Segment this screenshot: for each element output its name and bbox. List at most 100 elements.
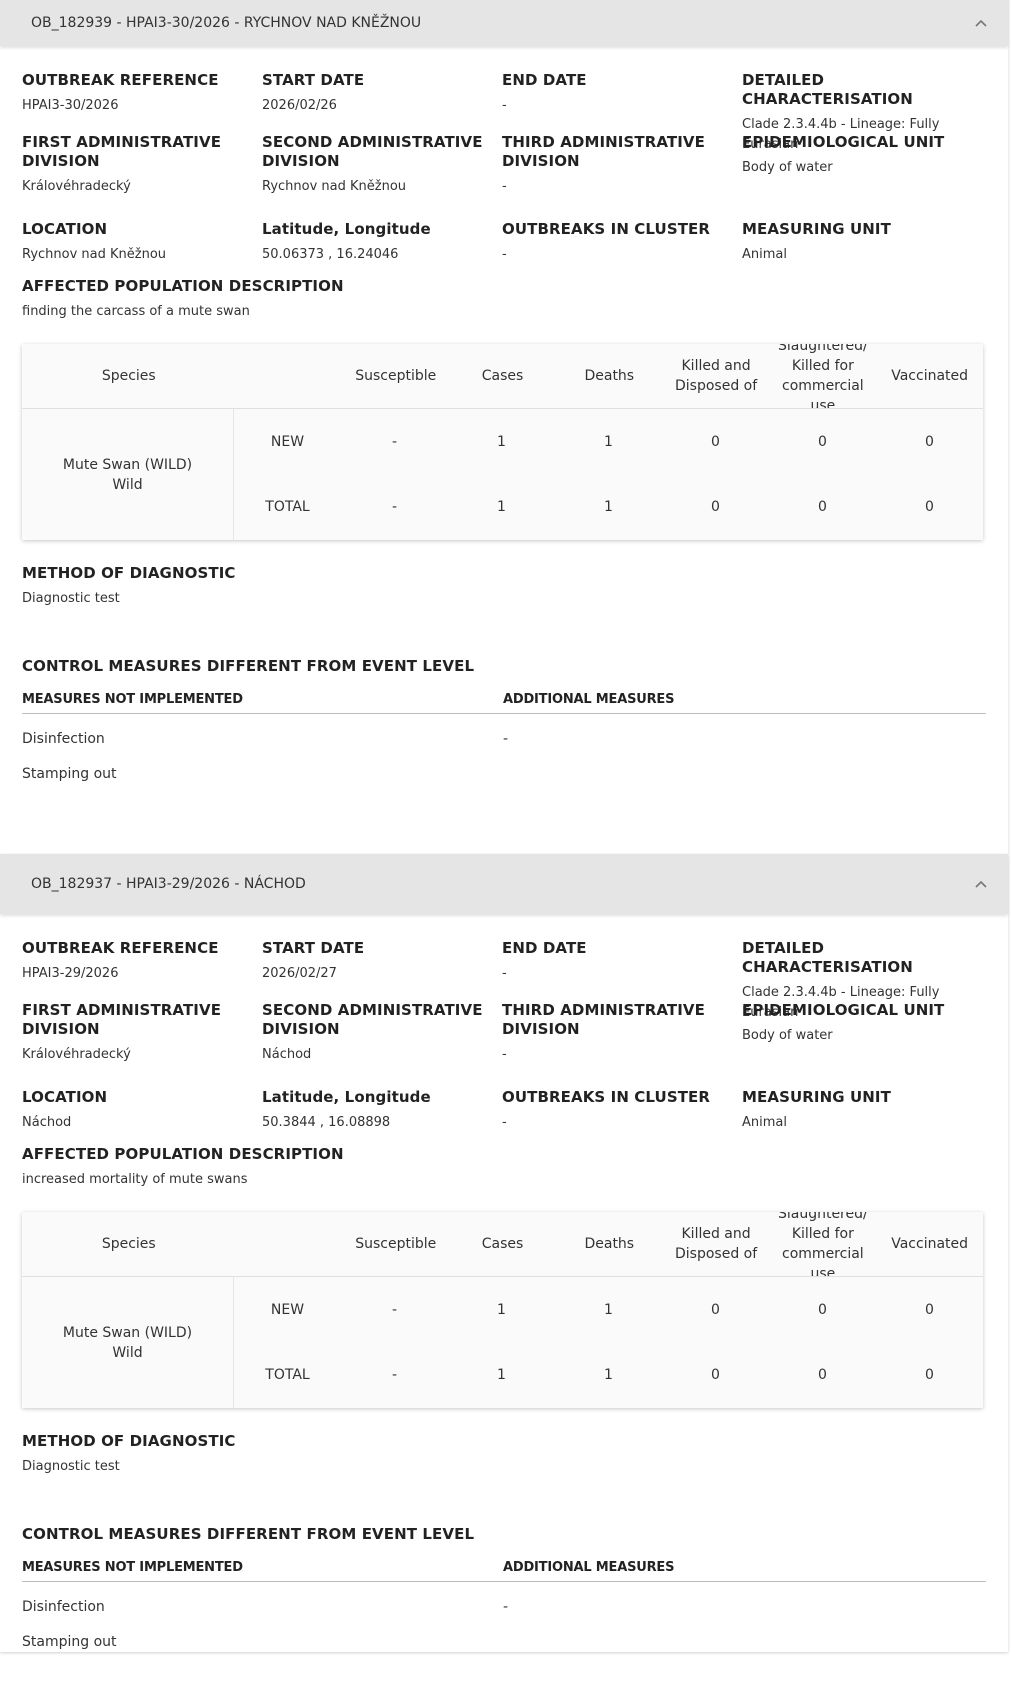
species-type: Wild	[112, 1344, 143, 1361]
slaughtered-header-text: Slaughtered/ Killed for commercial use	[777, 344, 868, 408]
field-label: EPIDEMIOLOGICAL UNIT	[742, 133, 945, 151]
field-label: MEASURING UNIT	[742, 1088, 891, 1106]
species-table: Species Susceptible Cases Deaths Killed …	[22, 344, 983, 540]
susceptible-cell: -	[391, 1366, 398, 1383]
list-item: Stamping out	[22, 766, 117, 782]
species-name: Mute Swan (WILD)	[62, 456, 193, 473]
field-value: Diagnostic test	[22, 591, 120, 606]
killed-cell: 0	[711, 498, 720, 515]
killed-cell: 0	[711, 1366, 720, 1383]
field-label: DETAILED CHARACTERISATION	[742, 71, 913, 108]
field-value: Královéhradecký	[22, 1047, 131, 1062]
row-type: TOTAL	[265, 1366, 310, 1383]
vaccinated-cell: 0	[925, 1301, 934, 1318]
detailed-characterisation-field: DETAILED CHARACTERISATION Clade 2.3.4.4b…	[742, 71, 982, 152]
species-type: Wild	[112, 476, 143, 493]
deaths-header: Deaths	[584, 1236, 635, 1252]
susceptible-cell: -	[391, 1301, 398, 1318]
field-label: FIRST ADMINISTRATIVE DIVISION	[22, 133, 222, 170]
species-cell: Mute Swan (WILD) Wild	[22, 409, 234, 540]
field-label: START DATE	[262, 939, 365, 957]
start-date-field: START DATE 2026/02/26	[262, 71, 502, 133]
measures-not-implemented-header: MEASURES NOT IMPLEMENTED	[22, 1560, 243, 1575]
field-value: Královéhradecký	[22, 179, 131, 194]
additional-measures-header: ADDITIONAL MEASURES	[503, 1560, 675, 1575]
field-value: HPAI3-30/2026	[22, 98, 119, 113]
chevron-up-icon[interactable]	[974, 16, 988, 30]
row-type: NEW	[270, 433, 305, 450]
field-value: Náchod	[262, 1047, 312, 1062]
vaccinated-header: Vaccinated	[891, 1236, 969, 1252]
cases-cell: 1	[497, 498, 506, 515]
table-row: TOTAL - 1 1 0 0 0	[234, 1342, 983, 1407]
field-label: METHOD OF DIAGNOSTIC	[22, 564, 236, 582]
slaughtered-header-text: Slaughtered/ Killed for commercial use	[777, 1212, 868, 1276]
field-value: Body of water	[742, 1028, 833, 1043]
outbreak-panel-2: OB_182937 - HPAI3-29/2026 - NÁCHOD OUTBR…	[0, 854, 1008, 1652]
chevron-up-icon[interactable]	[974, 877, 988, 891]
field-label: OUTBREAKS IN CLUSTER	[502, 1088, 711, 1106]
killed-disposed-header: Killed and Disposed of	[675, 358, 758, 394]
detailed-characterisation-field: DETAILED CHARACTERISATION Clade 2.3.4.4b…	[742, 939, 982, 1020]
vaccinated-cell: 0	[925, 433, 934, 450]
list-item: -	[503, 731, 509, 747]
field-value: Animal	[742, 1115, 787, 1130]
location-field: LOCATION Náchod	[22, 1088, 262, 1145]
epi-unit-field: EPIDEMIOLOGICAL UNIT Body of water	[742, 133, 982, 220]
method-of-diagnostic-field: METHOD OF DIAGNOSTIC Diagnostic test	[22, 564, 986, 609]
table-row: NEW - 1 1 0 0 0	[234, 1277, 983, 1342]
field-label: OUTBREAK REFERENCE	[22, 939, 219, 957]
measures-not-implemented-list: Disinfection Stamping out	[22, 1582, 503, 1652]
field-label: AFFECTED POPULATION DESCRIPTION	[22, 277, 344, 295]
start-date-field: START DATE 2026/02/27	[262, 939, 502, 1001]
cases-header: Cases	[481, 1236, 524, 1252]
deaths-header: Deaths	[584, 368, 635, 384]
outbreak-panel-header[interactable]: OB_182939 - HPAI3-30/2026 - RYCHNOV NAD …	[0, 0, 1008, 46]
list-item: -	[503, 1599, 509, 1615]
field-label: LOCATION	[22, 1088, 108, 1106]
species-table-header: Species Susceptible Cases Deaths Killed …	[22, 1212, 983, 1277]
field-label: FIRST ADMINISTRATIVE DIVISION	[22, 1001, 222, 1038]
slaughtered-cell: 0	[818, 498, 827, 515]
field-label: LOCATION	[22, 220, 108, 238]
field-label: EPIDEMIOLOGICAL UNIT	[742, 1001, 945, 1019]
third-admin-field: THIRD ADMINISTRATIVE DIVISION -	[502, 1001, 742, 1088]
method-of-diagnostic-field: METHOD OF DIAGNOSTIC Diagnostic test	[22, 1432, 986, 1477]
outbreaks-in-cluster-field: OUTBREAKS IN CLUSTER -	[502, 1088, 742, 1145]
field-label: THIRD ADMINISTRATIVE DIVISION	[502, 133, 705, 170]
list-item: Disinfection	[22, 731, 105, 747]
field-value: -	[502, 1047, 507, 1062]
field-value: -	[502, 1115, 507, 1130]
measures-not-implemented-header: MEASURES NOT IMPLEMENTED	[22, 692, 243, 707]
killed-cell: 0	[711, 433, 720, 450]
deaths-cell: 1	[604, 1366, 613, 1383]
outbreak-panel-title: OB_182939 - HPAI3-30/2026 - RYCHNOV NAD …	[31, 15, 422, 31]
epi-unit-field: EPIDEMIOLOGICAL UNIT Body of water	[742, 1001, 982, 1088]
deaths-cell: 1	[604, 498, 613, 515]
field-label: Latitude, Longitude	[262, 1088, 431, 1106]
outbreaks-in-cluster-field: OUTBREAKS IN CLUSTER -	[502, 220, 742, 277]
table-row: TOTAL - 1 1 0 0 0	[234, 474, 983, 539]
killed-cell: 0	[711, 1301, 720, 1318]
vaccinated-header: Vaccinated	[891, 368, 969, 384]
slaughtered-cell: 0	[818, 433, 827, 450]
control-measures-headers: MEASURES NOT IMPLEMENTED ADDITIONAL MEAS…	[22, 692, 986, 714]
field-label: START DATE	[262, 71, 365, 89]
cases-cell: 1	[497, 1366, 506, 1383]
field-value: 2026/02/27	[262, 966, 337, 981]
outbreak-panel-header[interactable]: OB_182937 - HPAI3-29/2026 - NÁCHOD	[0, 854, 1008, 914]
cases-header: Cases	[481, 368, 524, 384]
table-row: NEW - 1 1 0 0 0	[234, 409, 983, 474]
additional-measures-list: -	[503, 714, 984, 784]
species-table-header: Species Susceptible Cases Deaths Killed …	[22, 344, 983, 409]
field-label: SECOND ADMINISTRATIVE DIVISION	[262, 1001, 483, 1038]
field-label: OUTBREAK REFERENCE	[22, 71, 219, 89]
first-admin-field: FIRST ADMINISTRATIVE DIVISION Královéhra…	[22, 133, 262, 220]
list-item: Disinfection	[22, 1599, 105, 1615]
field-label: END DATE	[502, 939, 587, 957]
field-value: Diagnostic test	[22, 1459, 120, 1474]
slaughtered-header: Slaughtered/ Killed for commercial use	[769, 344, 876, 408]
row-type: TOTAL	[265, 498, 310, 515]
measuring-unit-field: MEASURING UNIT Animal	[742, 1088, 982, 1145]
field-label: SECOND ADMINISTRATIVE DIVISION	[262, 133, 483, 170]
